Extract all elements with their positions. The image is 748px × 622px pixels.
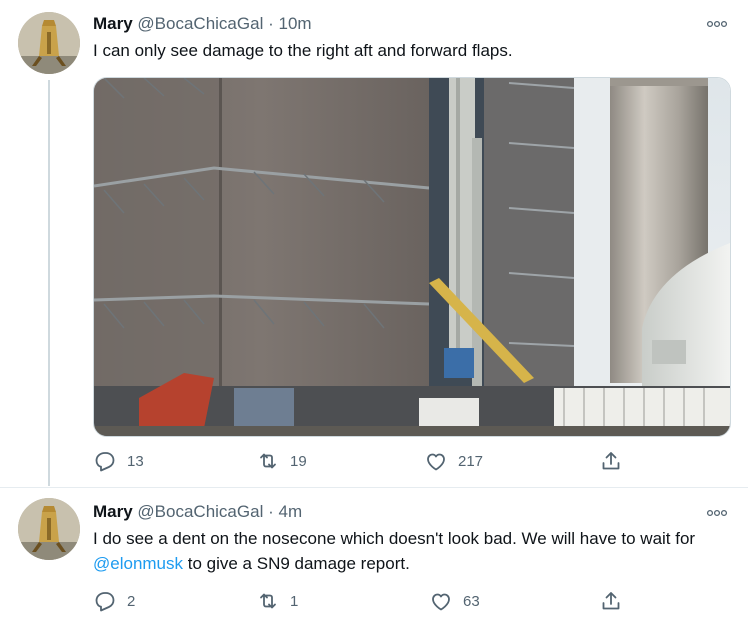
retweet-icon bbox=[260, 453, 276, 469]
tweet[interactable]: Mary @BocaChicaGal · 10m I can only see … bbox=[0, 0, 748, 488]
author-handle[interactable]: @BocaChicaGal bbox=[137, 502, 263, 521]
like-button[interactable]: 217 bbox=[424, 449, 483, 473]
timestamp[interactable]: 10m bbox=[279, 14, 312, 33]
retweet-icon bbox=[260, 593, 276, 609]
reply-count: 13 bbox=[127, 452, 144, 470]
author-handle[interactable]: @BocaChicaGal bbox=[137, 14, 263, 33]
avatar-image bbox=[18, 12, 80, 74]
reply-icon bbox=[95, 452, 115, 472]
thread-line bbox=[48, 80, 50, 486]
like-count: 217 bbox=[458, 452, 484, 470]
author-name[interactable]: Mary bbox=[93, 14, 133, 33]
like-button[interactable]: 63 bbox=[429, 589, 480, 613]
more-icon[interactable] bbox=[706, 505, 728, 521]
tweet-header: Mary @BocaChicaGal · 4m bbox=[93, 501, 302, 523]
author-name[interactable]: Mary bbox=[93, 502, 133, 521]
reply-icon bbox=[95, 592, 115, 612]
reply-button[interactable]: 13 bbox=[93, 449, 144, 473]
separator: · bbox=[268, 502, 274, 521]
share-button[interactable] bbox=[599, 589, 623, 613]
share-button[interactable] bbox=[599, 449, 623, 473]
more-icon[interactable] bbox=[706, 16, 728, 32]
tweet-text-part: to give a SN9 damage report. bbox=[183, 554, 410, 573]
starship-site-photo bbox=[94, 78, 730, 436]
tweet-actions: 2 1 63 bbox=[93, 589, 733, 613]
tweet-text: I can only see damage to the right aft a… bbox=[93, 41, 513, 60]
tweet-text-part: I do see a dent on the nosecone which do… bbox=[93, 529, 696, 548]
reply-button[interactable]: 2 bbox=[93, 589, 135, 613]
like-count: 63 bbox=[463, 592, 480, 610]
tweet[interactable]: Mary @BocaChicaGal · 4m I do see a dent … bbox=[0, 488, 748, 622]
tweet-photo[interactable] bbox=[93, 77, 731, 437]
avatar-image bbox=[18, 498, 80, 560]
avatar[interactable] bbox=[18, 12, 80, 74]
retweet-count: 1 bbox=[290, 592, 299, 610]
mention-link[interactable]: @elonmusk bbox=[93, 554, 183, 573]
avatar[interactable] bbox=[18, 498, 80, 560]
share-icon bbox=[602, 592, 620, 610]
reply-count: 2 bbox=[127, 592, 136, 610]
share-icon bbox=[602, 452, 620, 470]
separator: · bbox=[268, 14, 274, 33]
tweet-text: I do see a dent on the nosecone which do… bbox=[93, 526, 733, 576]
tweet-header: Mary @BocaChicaGal · 10m bbox=[93, 13, 312, 35]
retweet-button[interactable]: 1 bbox=[256, 589, 298, 613]
retweet-count: 19 bbox=[290, 452, 307, 470]
like-icon bbox=[432, 593, 450, 611]
retweet-button[interactable]: 19 bbox=[256, 449, 307, 473]
timestamp[interactable]: 4m bbox=[279, 502, 303, 521]
tweet-actions: 13 19 217 bbox=[93, 449, 733, 473]
like-icon bbox=[427, 453, 445, 471]
